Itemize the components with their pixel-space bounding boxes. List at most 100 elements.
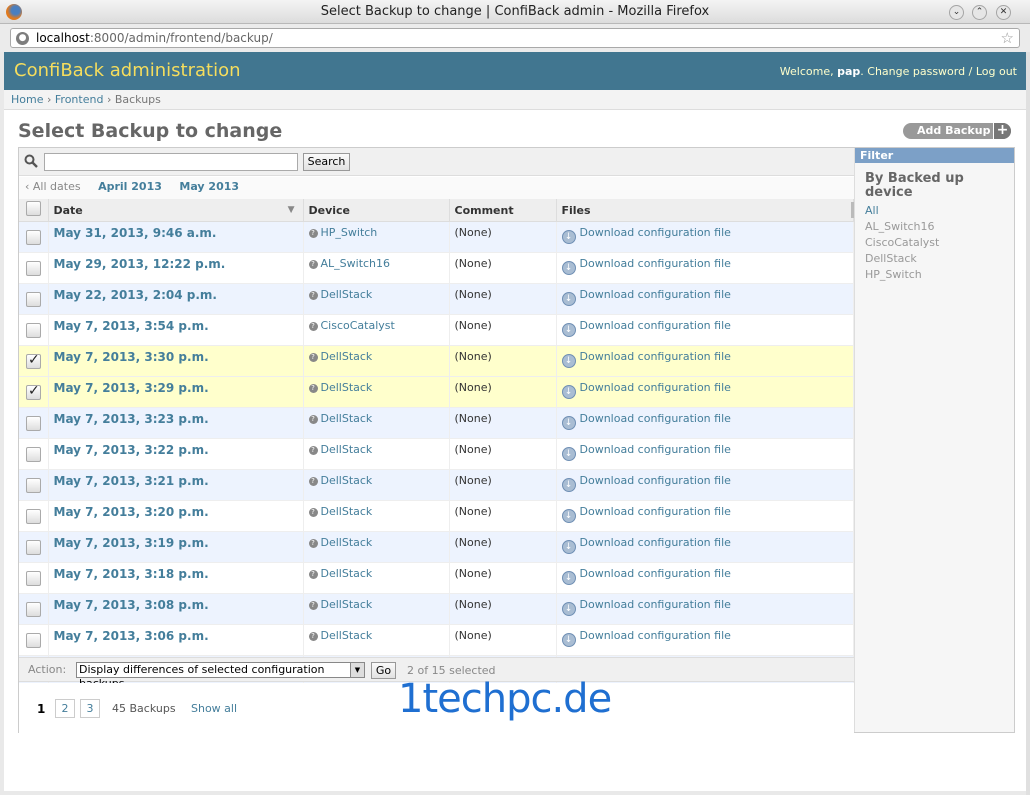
row-device-link[interactable]: DellStack (321, 412, 373, 425)
change-password-link[interactable]: Change password (867, 65, 965, 78)
row-date-link[interactable]: May 7, 2013, 3:19 p.m. (54, 536, 209, 550)
row-device-link[interactable]: CiscoCatalyst (321, 319, 395, 332)
row-select-cell (19, 562, 49, 594)
row-comment-cell: (None) (449, 469, 557, 501)
action-select[interactable]: Display differences of selected configur… (76, 662, 365, 690)
row-date-link[interactable]: May 7, 2013, 3:54 p.m. (54, 319, 209, 333)
row-device-link[interactable]: DellStack (321, 567, 373, 580)
row-date-link[interactable]: May 7, 2013, 3:22 p.m. (54, 443, 209, 457)
download-link[interactable]: Download configuration file (580, 412, 731, 425)
row-device-link[interactable]: AL_Switch16 (321, 257, 391, 270)
row-device-link[interactable]: DellStack (321, 288, 373, 301)
page-link-2[interactable]: 2 (55, 699, 75, 718)
download-icon: ↓ (561, 571, 576, 585)
minimize-icon[interactable]: ⌄ (949, 5, 964, 20)
row-device-link[interactable]: DellStack (321, 598, 373, 611)
download-link[interactable]: Download configuration file (580, 536, 731, 549)
row-date-link[interactable]: May 7, 2013, 3:29 p.m. (54, 381, 209, 395)
download-link[interactable]: Download configuration file (580, 257, 731, 270)
help-icon: ? (308, 601, 318, 610)
row-files-cell: ↓ Download configuration file (556, 469, 854, 501)
row-device-link[interactable]: DellStack (321, 629, 373, 642)
table-row: May 29, 2013, 12:22 p.m.? AL_Switch16 (Non… (19, 252, 854, 284)
close-icon[interactable]: ✕ (996, 5, 1011, 20)
row-checkbox[interactable] (26, 478, 41, 493)
bookmark-star-icon[interactable]: ☆ (1001, 29, 1014, 47)
add-backup-button[interactable]: Add Backup + (903, 123, 1011, 139)
table-row: May 22, 2013, 2:04 p.m.? DellStack (None) ↓… (19, 283, 854, 315)
row-date-link[interactable]: May 7, 2013, 3:18 p.m. (54, 567, 209, 581)
row-device-link[interactable]: DellStack (321, 381, 373, 394)
row-device-link[interactable]: DellStack (321, 536, 373, 549)
date-april-2013[interactable]: April 2013 (98, 180, 162, 193)
row-device-link[interactable]: HP_Switch (321, 226, 378, 239)
row-checkbox[interactable] (26, 352, 41, 369)
header-date[interactable]: Date ▼ (48, 199, 304, 222)
row-select-cell (19, 624, 49, 656)
row-checkbox[interactable] (26, 509, 41, 524)
breadcrumb-current: Backups (114, 93, 161, 106)
show-all-link[interactable]: Show all (191, 702, 237, 715)
site-brand[interactable]: ConfiBack administration (14, 60, 241, 81)
row-device-link[interactable]: DellStack (321, 474, 373, 487)
breadcrumb-sep: › (46, 93, 52, 106)
page-link-3[interactable]: 3 (80, 699, 100, 718)
row-date-link[interactable]: May 31, 2013, 9:46 a.m. (54, 226, 217, 240)
download-link[interactable]: Download configuration file (580, 443, 731, 456)
logout-link[interactable]: Log out (976, 65, 1017, 78)
row-checkbox[interactable] (26, 292, 41, 307)
row-checkbox[interactable] (26, 323, 41, 338)
go-button[interactable]: Go (371, 662, 396, 679)
row-date-link[interactable]: May 7, 2013, 3:20 p.m. (54, 505, 209, 519)
download-link[interactable]: Download configuration file (580, 319, 731, 332)
row-comment-cell: (None) (449, 562, 557, 594)
download-link[interactable]: Download configuration file (580, 598, 731, 611)
download-link[interactable]: Download configuration file (580, 288, 731, 301)
row-date-link[interactable]: May 29, 2013, 12:22 p.m. (54, 257, 226, 271)
row-device-link[interactable]: DellStack (321, 443, 373, 456)
all-dates-link[interactable]: ‹ All dates (25, 180, 81, 193)
table-row: May 7, 2013, 3:08 p.m.? DellStack (None) ↓ D… (19, 593, 854, 625)
row-checkbox[interactable] (26, 602, 41, 617)
breadcrumb-frontend[interactable]: Frontend (55, 93, 104, 106)
search-input[interactable] (44, 153, 298, 171)
maximize-icon[interactable]: ⌃ (972, 5, 987, 20)
download-link[interactable]: Download configuration file (580, 226, 731, 239)
filter-item[interactable]: DellStack (865, 251, 1014, 267)
row-checkbox[interactable] (26, 383, 41, 400)
row-device-link[interactable]: DellStack (321, 505, 373, 518)
filter-item[interactable]: AL_Switch16 (865, 219, 1014, 235)
row-checkbox[interactable] (26, 416, 41, 431)
filter-item[interactable]: HP_Switch (865, 267, 1014, 283)
download-link[interactable]: Download configuration file (580, 350, 731, 363)
download-link[interactable]: Download configuration file (580, 505, 731, 518)
row-checkbox[interactable] (26, 230, 41, 245)
row-date-link[interactable]: May 7, 2013, 3:06 p.m. (54, 629, 209, 643)
row-checkbox[interactable] (26, 633, 41, 648)
select-all-checkbox[interactable] (26, 201, 41, 216)
row-date-link[interactable]: May 7, 2013, 3:30 p.m. (54, 350, 209, 364)
row-date-link[interactable]: May 7, 2013, 3:23 p.m. (54, 412, 209, 426)
row-checkbox[interactable] (26, 261, 41, 276)
row-date-link[interactable]: May 7, 2013, 3:21 p.m. (54, 474, 209, 488)
search-button[interactable]: Search (303, 153, 350, 171)
download-link[interactable]: Download configuration file (580, 474, 731, 487)
date-may-2013[interactable]: May 2013 (179, 180, 239, 193)
download-link[interactable]: Download configuration file (580, 381, 731, 394)
row-date-link[interactable]: May 22, 2013, 2:04 p.m. (54, 288, 217, 302)
row-checkbox[interactable] (26, 540, 41, 555)
row-checkbox[interactable] (26, 571, 41, 586)
url-field[interactable]: ● localhost:8000/admin/frontend/backup/ … (10, 28, 1020, 48)
download-icon: ↓ (561, 540, 576, 554)
download-link[interactable]: Download configuration file (580, 567, 731, 580)
filter-item[interactable]: CiscoCatalyst (865, 235, 1014, 251)
search-icon (24, 154, 38, 168)
breadcrumb-home[interactable]: Home (11, 93, 43, 106)
row-date-link[interactable]: May 7, 2013, 3:08 p.m. (54, 598, 209, 612)
row-device-link[interactable]: DellStack (321, 350, 373, 363)
download-link[interactable]: Download configuration file (580, 629, 731, 642)
row-device-cell: ?DellStack (303, 531, 450, 563)
filter-item[interactable]: All (865, 203, 1014, 219)
row-checkbox[interactable] (26, 447, 41, 462)
row-files-cell: ↓ Download configuration file (556, 531, 854, 563)
